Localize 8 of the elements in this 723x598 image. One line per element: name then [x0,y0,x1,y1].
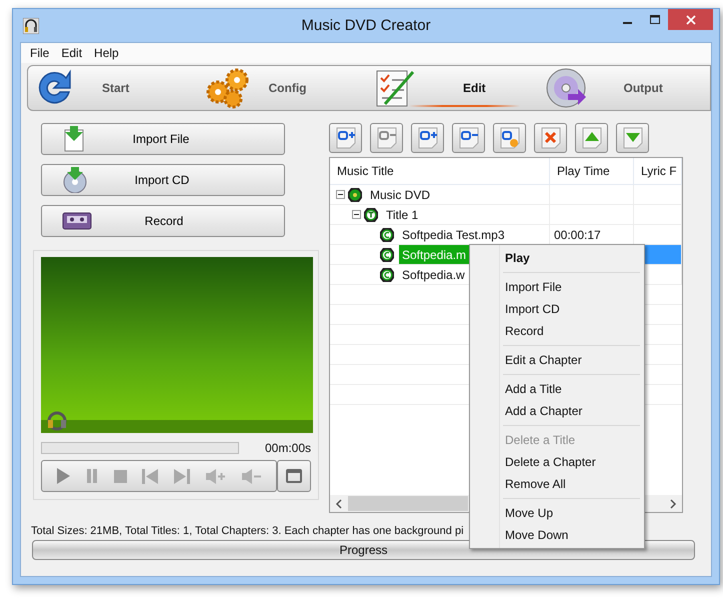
track-title: Softpedia.w [401,266,466,282]
track-title: Title 1 [385,206,420,222]
track-title: Softpedia Test.mp3 [401,226,506,242]
status-text: Total Sizes: 21MB, Total Titles: 1, Total Chapters: 3. Each chapter has one background pi [31,525,464,537]
time-label: 00m:00s [264,441,311,455]
play-time: 00:00:17 [554,228,601,242]
window-title: Music DVD Creator [300,17,432,34]
track-title: Music DVD [369,186,432,202]
